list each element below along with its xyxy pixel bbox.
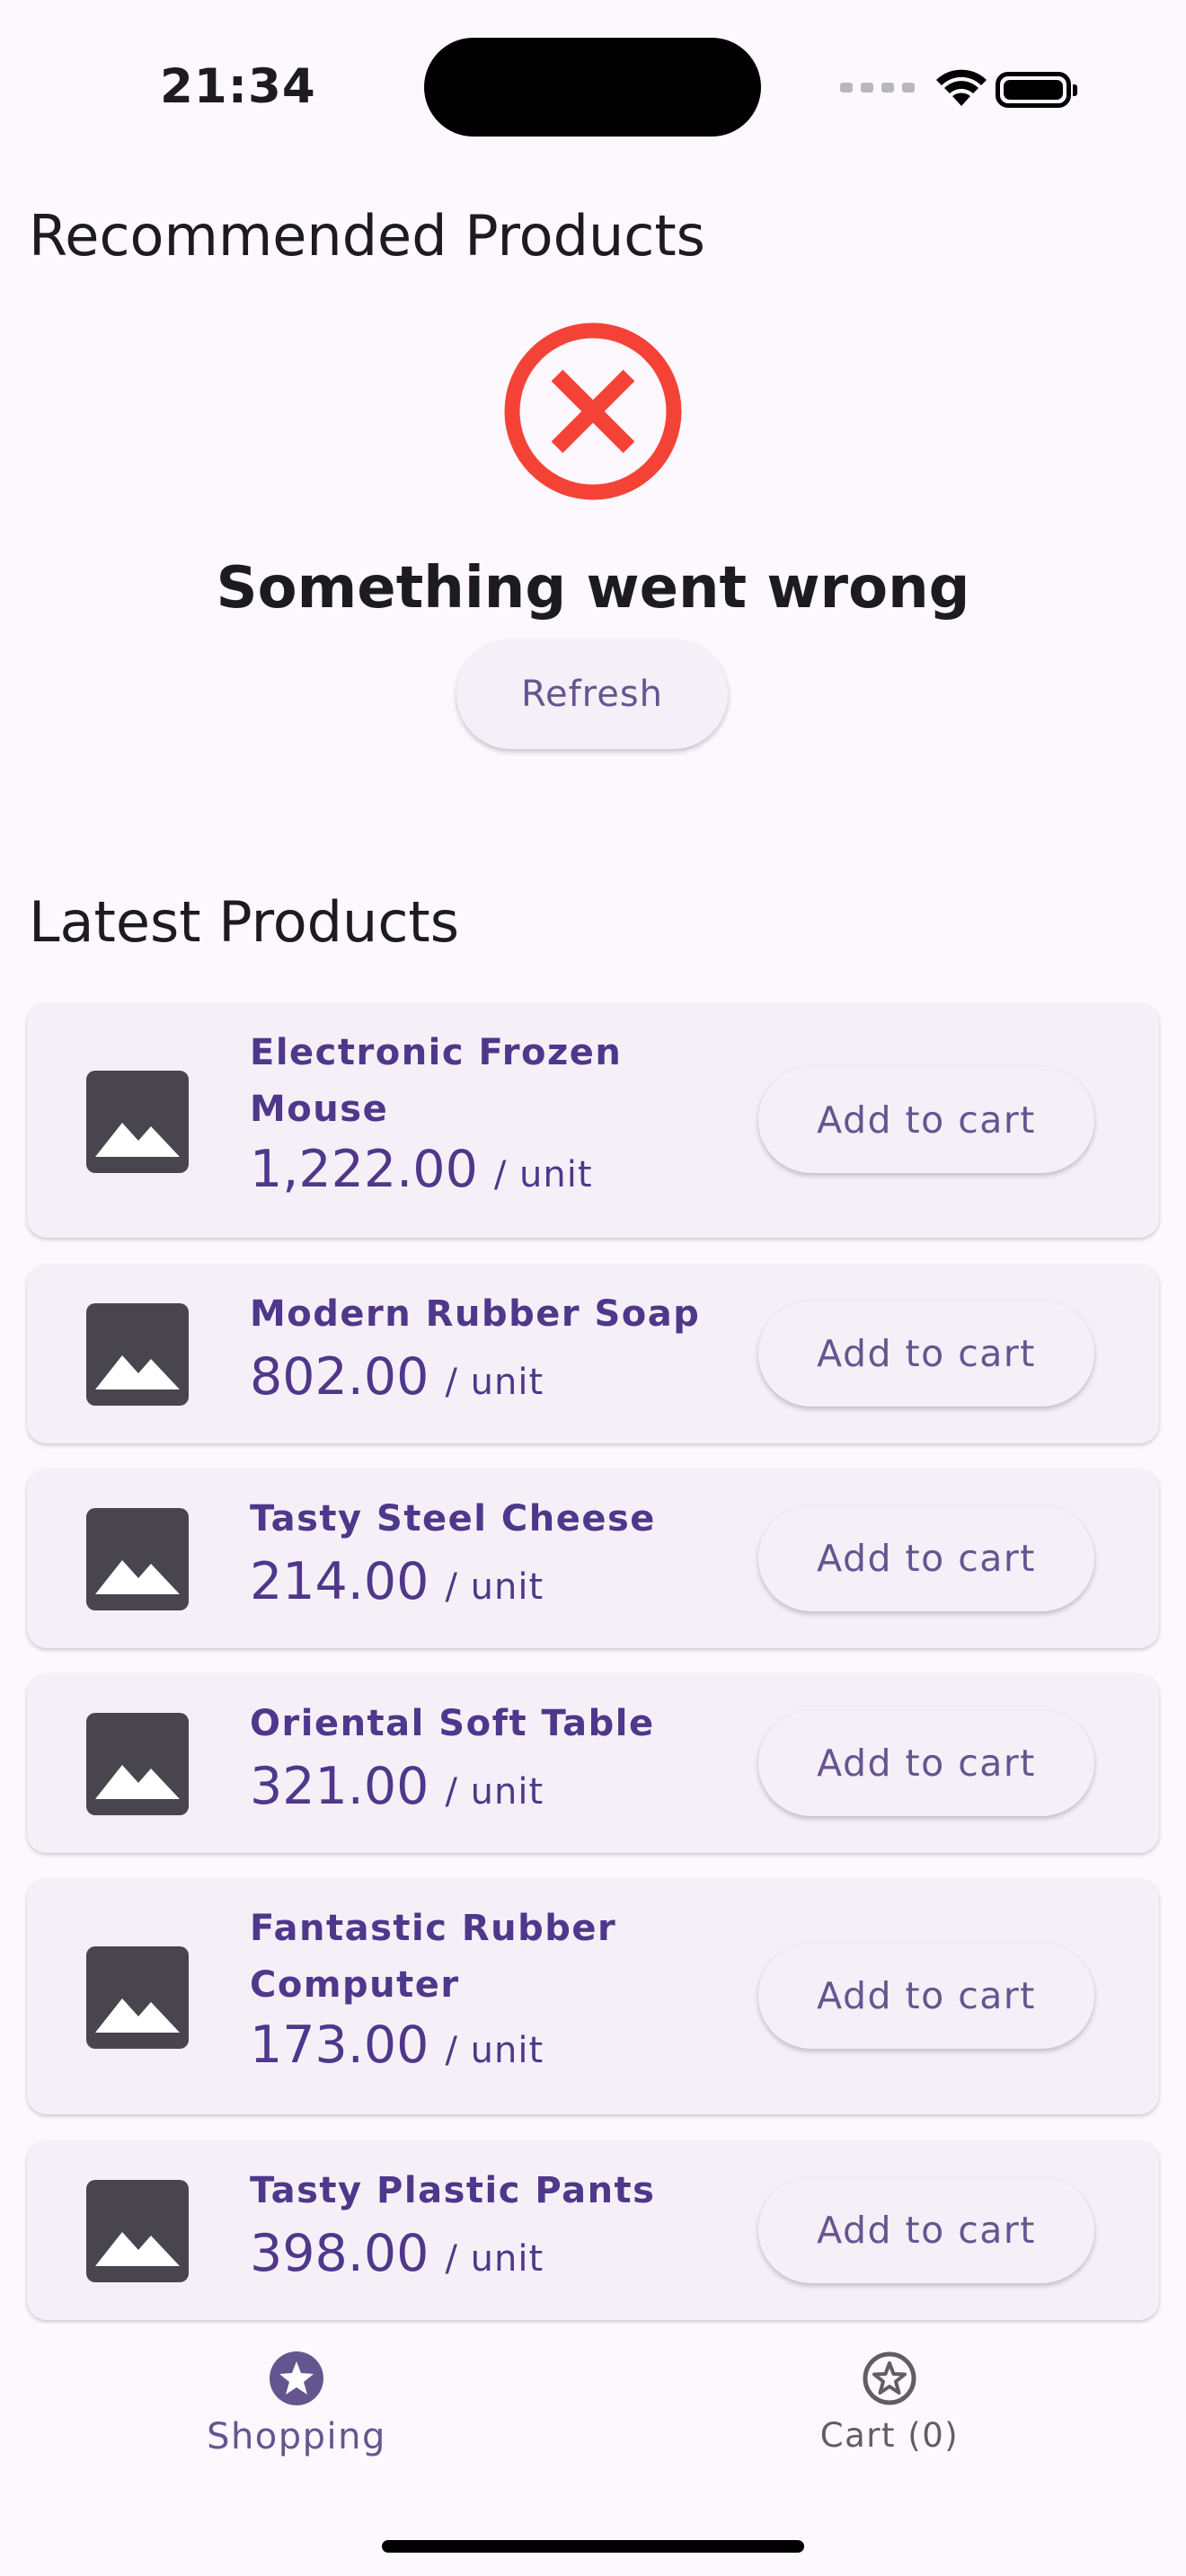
image-placeholder-icon [86, 2180, 189, 2282]
latest-title: Latest Products [29, 889, 460, 955]
image-placeholder-icon [86, 1946, 189, 2049]
price-value: 173.00 [250, 2016, 429, 2075]
price-unit: / unit [445, 1362, 544, 1403]
home-indicator [382, 2540, 804, 2553]
status-indicators [840, 65, 988, 110]
product-card: Tasty Plastic Pants 398.00 / unit Add to … [27, 2141, 1159, 2320]
nav-label-shopping: Shopping [207, 2416, 386, 2457]
refresh-button[interactable]: Refresh [456, 640, 728, 749]
wifi-icon [936, 69, 987, 106]
product-card: Modern Rubber Soap 802.00 / unit Add to c… [27, 1265, 1159, 1443]
price-unit: / unit [445, 2030, 544, 2071]
bottom-navigation: Shopping Cart (0) [0, 2325, 1186, 2576]
add-to-cart-button[interactable]: Add to cart [758, 1505, 1094, 1611]
nav-item-cart[interactable]: Cart (0) [710, 2350, 1069, 2455]
status-time: 21:34 [160, 59, 316, 114]
star-circle-icon [270, 2351, 323, 2405]
product-card: Oriental Soft Table 321.00 / unit Add to … [27, 1674, 1159, 1853]
price-value: 321.00 [250, 1757, 429, 1816]
dynamic-island [424, 38, 761, 137]
product-name: Fantastic Rubber Computer [250, 1908, 617, 2006]
price-unit: / unit [445, 1771, 544, 1813]
image-placeholder-icon [86, 1508, 189, 1610]
price-value: 214.00 [250, 1552, 429, 1611]
price-value: 802.00 [250, 1347, 429, 1407]
nav-label-cart: Cart (0) [819, 2416, 960, 2455]
price-value: 1,222.00 [250, 1140, 478, 1199]
error-message: Something went wrong [216, 555, 970, 622]
price-value: 398.00 [250, 2224, 429, 2283]
price-unit: / unit [445, 2238, 544, 2280]
add-to-cart-button[interactable]: Add to cart [758, 1301, 1094, 1407]
image-placeholder-icon [86, 1303, 189, 1406]
product-name: Modern Rubber Soap [250, 1293, 701, 1335]
add-to-cart-button[interactable]: Add to cart [758, 2177, 1094, 2283]
add-to-cart-button[interactable]: Add to cart [758, 1943, 1094, 2049]
product-name: Electronic Frozen Mouse [250, 1032, 623, 1130]
product-card: Electronic Frozen Mouse 1,222.00 / unit A… [27, 1003, 1159, 1238]
product-price: 173.00 / unit [250, 2016, 544, 2075]
recommended-title: Recommended Products [29, 203, 705, 269]
product-card: Fantastic Rubber Computer 173.00 / unit A… [27, 1879, 1159, 2114]
product-name: Tasty Steel Cheese [250, 1498, 656, 1539]
product-price: 1,222.00 / unit [250, 1140, 593, 1199]
star-circle-outline-icon [863, 2351, 916, 2405]
price-unit: / unit [493, 1154, 593, 1195]
nav-item-shopping[interactable]: Shopping [117, 2350, 476, 2457]
error-circle-icon [504, 322, 682, 500]
product-price: 321.00 / unit [250, 1757, 544, 1816]
battery-icon [996, 72, 1077, 108]
product-price: 398.00 / unit [250, 2224, 544, 2283]
product-name: Tasty Plastic Pants [250, 2170, 656, 2211]
signal-icon [840, 82, 915, 93]
product-price: 214.00 / unit [250, 1552, 544, 1611]
image-placeholder-icon [86, 1071, 189, 1173]
product-price: 802.00 / unit [250, 1347, 544, 1407]
add-to-cart-button[interactable]: Add to cart [758, 1067, 1094, 1173]
product-card: Tasty Steel Cheese 214.00 / unit Add to c… [27, 1469, 1159, 1648]
product-name: Oriental Soft Table [250, 1703, 655, 1744]
image-placeholder-icon [86, 1713, 189, 1815]
add-to-cart-button[interactable]: Add to cart [758, 1710, 1094, 1816]
price-unit: / unit [445, 1566, 544, 1608]
